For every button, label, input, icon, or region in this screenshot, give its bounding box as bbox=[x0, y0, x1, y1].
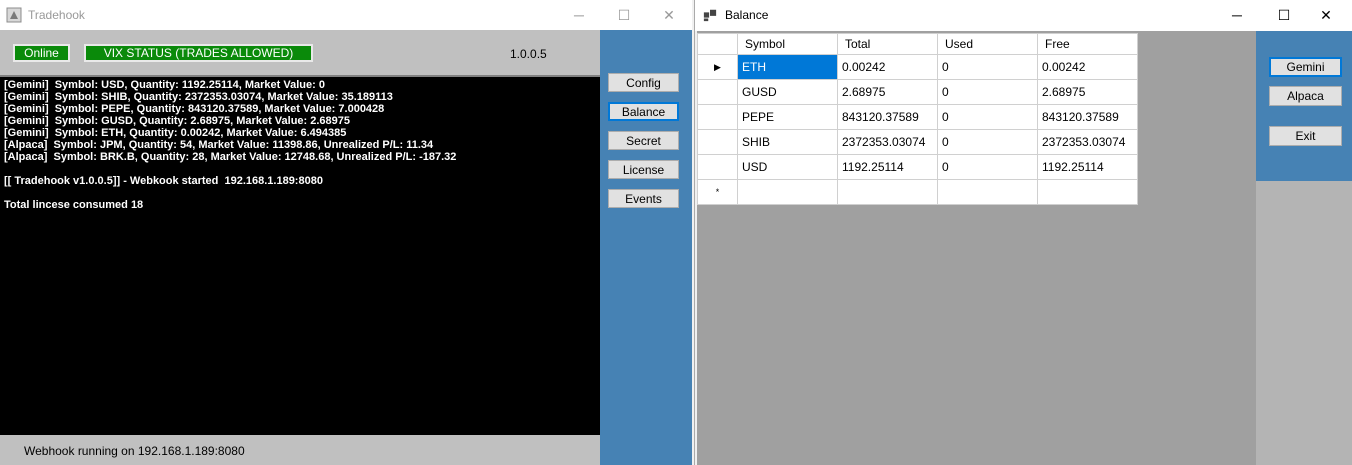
grid-cell[interactable]: 0.00242 bbox=[837, 54, 938, 80]
grid-corner-header[interactable] bbox=[697, 33, 738, 55]
grid-cell[interactable]: PEPE bbox=[737, 104, 838, 130]
log-line: [Gemini] Symbol: USD, Quantity: 1192.251… bbox=[4, 79, 325, 91]
grid-cell[interactable]: 843120.37589 bbox=[837, 104, 938, 130]
grid-cell[interactable]: 1192.25114 bbox=[1037, 154, 1138, 180]
column-header-total[interactable]: Total bbox=[837, 33, 938, 55]
log-console[interactable]: [Gemini] Symbol: USD, Quantity: 1192.251… bbox=[0, 75, 600, 435]
minimize-button[interactable]: ─ bbox=[556, 0, 602, 30]
close-button[interactable]: ✕ bbox=[646, 0, 692, 30]
balance-sidebar-filler bbox=[1256, 181, 1352, 465]
log-line: [Alpaca] Symbol: BRK.B, Quantity: 28, Ma… bbox=[4, 151, 457, 163]
new-row[interactable]: * bbox=[697, 179, 1138, 205]
log-blank-line bbox=[4, 163, 596, 175]
version-label: 1.0.0.5 bbox=[510, 47, 547, 61]
grid-cell[interactable]: ETH bbox=[737, 54, 838, 80]
table-row[interactable]: PEPE 843120.37589 0 843120.37589 bbox=[697, 104, 1138, 130]
maximize-button[interactable]: ☐ bbox=[601, 0, 647, 30]
maximize-button[interactable]: ☐ bbox=[1261, 0, 1307, 30]
table-row[interactable]: GUSD 2.68975 0 2.68975 bbox=[697, 79, 1138, 105]
row-header[interactable] bbox=[697, 129, 738, 155]
log-line: [Gemini] Symbol: ETH, Quantity: 0.00242,… bbox=[4, 127, 347, 139]
grid-cell[interactable]: 0 bbox=[937, 54, 1038, 80]
table-row[interactable]: SHIB 2372353.03074 0 2372353.03074 bbox=[697, 129, 1138, 155]
gemini-button[interactable]: Gemini bbox=[1269, 57, 1342, 77]
log-blank-line bbox=[4, 187, 596, 199]
config-button[interactable]: Config bbox=[608, 73, 679, 92]
license-button[interactable]: License bbox=[608, 160, 679, 179]
grid-cell[interactable]: 0 bbox=[937, 104, 1038, 130]
grid-cell[interactable]: USD bbox=[737, 154, 838, 180]
table-row[interactable]: USD 1192.25114 0 1192.25114 bbox=[697, 154, 1138, 180]
alpaca-button[interactable]: Alpaca bbox=[1269, 86, 1342, 106]
balance-grid[interactable]: Symbol Total Used Free ▶ ETH 0.00242 0 0… bbox=[697, 33, 1138, 205]
grid-cell[interactable]: GUSD bbox=[737, 79, 838, 105]
grid-cell[interactable]: 2372353.03074 bbox=[837, 129, 938, 155]
grid-cell[interactable]: 843120.37589 bbox=[1037, 104, 1138, 130]
tradehook-window: Tradehook ─ ☐ ✕ Online VIX STATUS (TRADE… bbox=[0, 0, 692, 465]
grid-cell[interactable]: 1192.25114 bbox=[837, 154, 938, 180]
column-header-used[interactable]: Used bbox=[937, 33, 1038, 55]
tradehook-sidebar: Config Balance Secret License Events bbox=[600, 30, 692, 465]
log-line: [Gemini] Symbol: PEPE, Quantity: 843120.… bbox=[4, 103, 385, 115]
balance-grid-area: Symbol Total Used Free ▶ ETH 0.00242 0 0… bbox=[697, 31, 1256, 465]
row-header[interactable] bbox=[697, 79, 738, 105]
status-panel: Online VIX STATUS (TRADES ALLOWED) 1.0.0… bbox=[0, 30, 600, 75]
grid-cell[interactable] bbox=[1037, 179, 1138, 205]
balance-sidebar: Gemini Alpaca Exit bbox=[1256, 31, 1352, 181]
column-header-free[interactable]: Free bbox=[1037, 33, 1138, 55]
grid-cell[interactable]: 2.68975 bbox=[837, 79, 938, 105]
balance-button[interactable]: Balance bbox=[608, 102, 679, 121]
app-icon bbox=[6, 7, 22, 23]
grid-cell[interactable] bbox=[737, 179, 838, 205]
column-header-symbol[interactable]: Symbol bbox=[737, 33, 838, 55]
online-status-badge: Online bbox=[13, 44, 70, 62]
vix-status-badge: VIX STATUS (TRADES ALLOWED) bbox=[84, 44, 313, 62]
status-bar-text: Webhook running on 192.168.1.189:8080 bbox=[24, 444, 245, 458]
status-bar: Webhook running on 192.168.1.189:8080 bbox=[0, 435, 600, 465]
form-icon bbox=[703, 9, 717, 22]
new-row-indicator-icon[interactable]: * bbox=[697, 179, 738, 205]
secret-button[interactable]: Secret bbox=[608, 131, 679, 150]
balance-window: Balance ─ ☐ ✕ Symbol Total Used Free ▶ E… bbox=[694, 0, 1352, 465]
row-header[interactable] bbox=[697, 104, 738, 130]
grid-cell[interactable]: 2.68975 bbox=[1037, 79, 1138, 105]
grid-cell[interactable]: 0 bbox=[937, 129, 1038, 155]
grid-cell[interactable] bbox=[937, 179, 1038, 205]
balance-titlebar[interactable]: Balance ─ ☐ ✕ bbox=[695, 0, 1352, 31]
tradehook-titlebar[interactable]: Tradehook ─ ☐ ✕ bbox=[0, 0, 692, 30]
grid-cell[interactable]: SHIB bbox=[737, 129, 838, 155]
events-button[interactable]: Events bbox=[608, 189, 679, 208]
log-line: [Alpaca] Symbol: JPM, Quantity: 54, Mark… bbox=[4, 139, 434, 151]
grid-cell[interactable]: 0 bbox=[937, 154, 1038, 180]
grid-header-row: Symbol Total Used Free bbox=[697, 33, 1138, 55]
window-title: Balance bbox=[725, 8, 769, 22]
close-button[interactable]: ✕ bbox=[1303, 0, 1349, 30]
log-line: [Gemini] Symbol: SHIB, Quantity: 2372353… bbox=[4, 91, 393, 103]
row-header[interactable] bbox=[697, 154, 738, 180]
log-line: Total lincese consumed 18 bbox=[4, 199, 144, 211]
grid-cell[interactable]: 0 bbox=[937, 79, 1038, 105]
table-row[interactable]: ▶ ETH 0.00242 0 0.00242 bbox=[697, 54, 1138, 80]
minimize-button[interactable]: ─ bbox=[1214, 0, 1260, 30]
grid-cell[interactable] bbox=[837, 179, 938, 205]
log-line: [[ Tradehook v1.0.0.5]] - Webkook starte… bbox=[4, 175, 323, 187]
grid-cell[interactable]: 2372353.03074 bbox=[1037, 129, 1138, 155]
current-row-indicator-icon[interactable]: ▶ bbox=[697, 54, 738, 80]
exit-button[interactable]: Exit bbox=[1269, 126, 1342, 146]
grid-cell[interactable]: 0.00242 bbox=[1037, 54, 1138, 80]
window-title: Tradehook bbox=[28, 8, 85, 22]
log-line: [Gemini] Symbol: GUSD, Quantity: 2.68975… bbox=[4, 115, 351, 127]
